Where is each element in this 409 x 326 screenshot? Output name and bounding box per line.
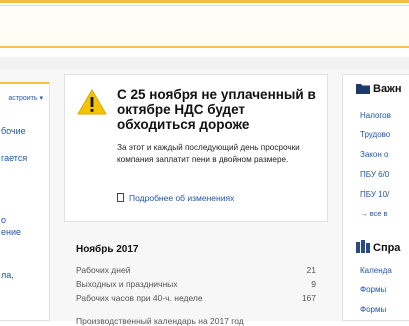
calendar-row: Рабочих часов при 40-ч. неделе 167 [76,293,316,305]
important-section-label: Важн [373,83,402,95]
calendar-row-label: Выходных и праздничных [76,279,178,289]
calendar-row-label: Рабочих часов при 40-ч. неделе [76,293,203,303]
customize-menu[interactable]: астроить ▾ [8,94,43,102]
calendar-row: Выходных и праздничных 9 [76,279,316,291]
reference-link-1[interactable]: Календа [360,266,392,275]
news-title[interactable]: С 25 ноября не уплаченный в октябре НДС … [117,87,317,132]
calendar-row-value: 9 [311,279,316,289]
calendar-row-value: 21 [306,265,316,275]
sidebar-link-3[interactable]: о [1,215,6,225]
header-separator [0,57,409,69]
doc-link-3[interactable]: Закон о [360,150,388,159]
calendar-row: Рабочих дней 21 [76,265,316,277]
doc-link-2[interactable]: Трудово [360,130,390,139]
news-body: За этот и каждый последующий день просро… [117,143,300,164]
reference-section-label: Спра [373,242,401,254]
calendar-row-label: Рабочих дней [76,265,131,275]
sidebar-link-4[interactable]: ение [1,227,21,237]
books-icon [356,240,370,253]
top-header-bar [0,5,409,48]
caret-down-icon: ▾ [37,95,43,102]
details-link-label: Подробнее об изменениях [129,193,235,203]
customize-label: астроить [8,95,38,102]
left-sidebar-card: астроить ▾ бочие гается о ение ла, [0,82,50,321]
news-card: С 25 ноября не уплаченный в октябре НДС … [64,74,328,222]
document-icon [117,193,124,202]
sidebar-link-5[interactable]: ла, [1,270,14,280]
top-banner [0,0,409,56]
calendar-summary: Ноябрь 2017 Рабочих дней 21 Выходных и п… [64,232,328,326]
calendar-month-title: Ноябрь 2017 [76,244,139,255]
all-documents-link[interactable]: → все в [360,209,387,218]
doc-link-1[interactable]: Налогов [360,111,391,120]
doc-link-4[interactable]: ПБУ 6/0 [360,170,389,179]
details-link[interactable]: Подробнее об изменениях [117,193,234,203]
important-section-title: Важн [356,83,402,95]
production-calendar-link[interactable]: Производственный календарь на 2017 год [76,316,244,326]
reference-section-title: Спра [356,240,400,254]
top-accent-line [0,0,409,3]
warning-icon [77,89,107,115]
sidebar-link-1[interactable]: бочие [1,126,26,136]
calendar-row-value: 167 [301,293,316,303]
reference-link-3[interactable]: Формы [360,305,386,314]
right-sidebar-card: Важн Налогов Трудово Закон о ПБУ 6/0 ПБУ… [342,74,409,321]
doc-link-5[interactable]: ПБУ 10/ [360,190,389,199]
folder-icon [356,84,370,94]
reference-link-2[interactable]: Формы [360,285,386,294]
sidebar-link-2[interactable]: гается [1,153,27,163]
